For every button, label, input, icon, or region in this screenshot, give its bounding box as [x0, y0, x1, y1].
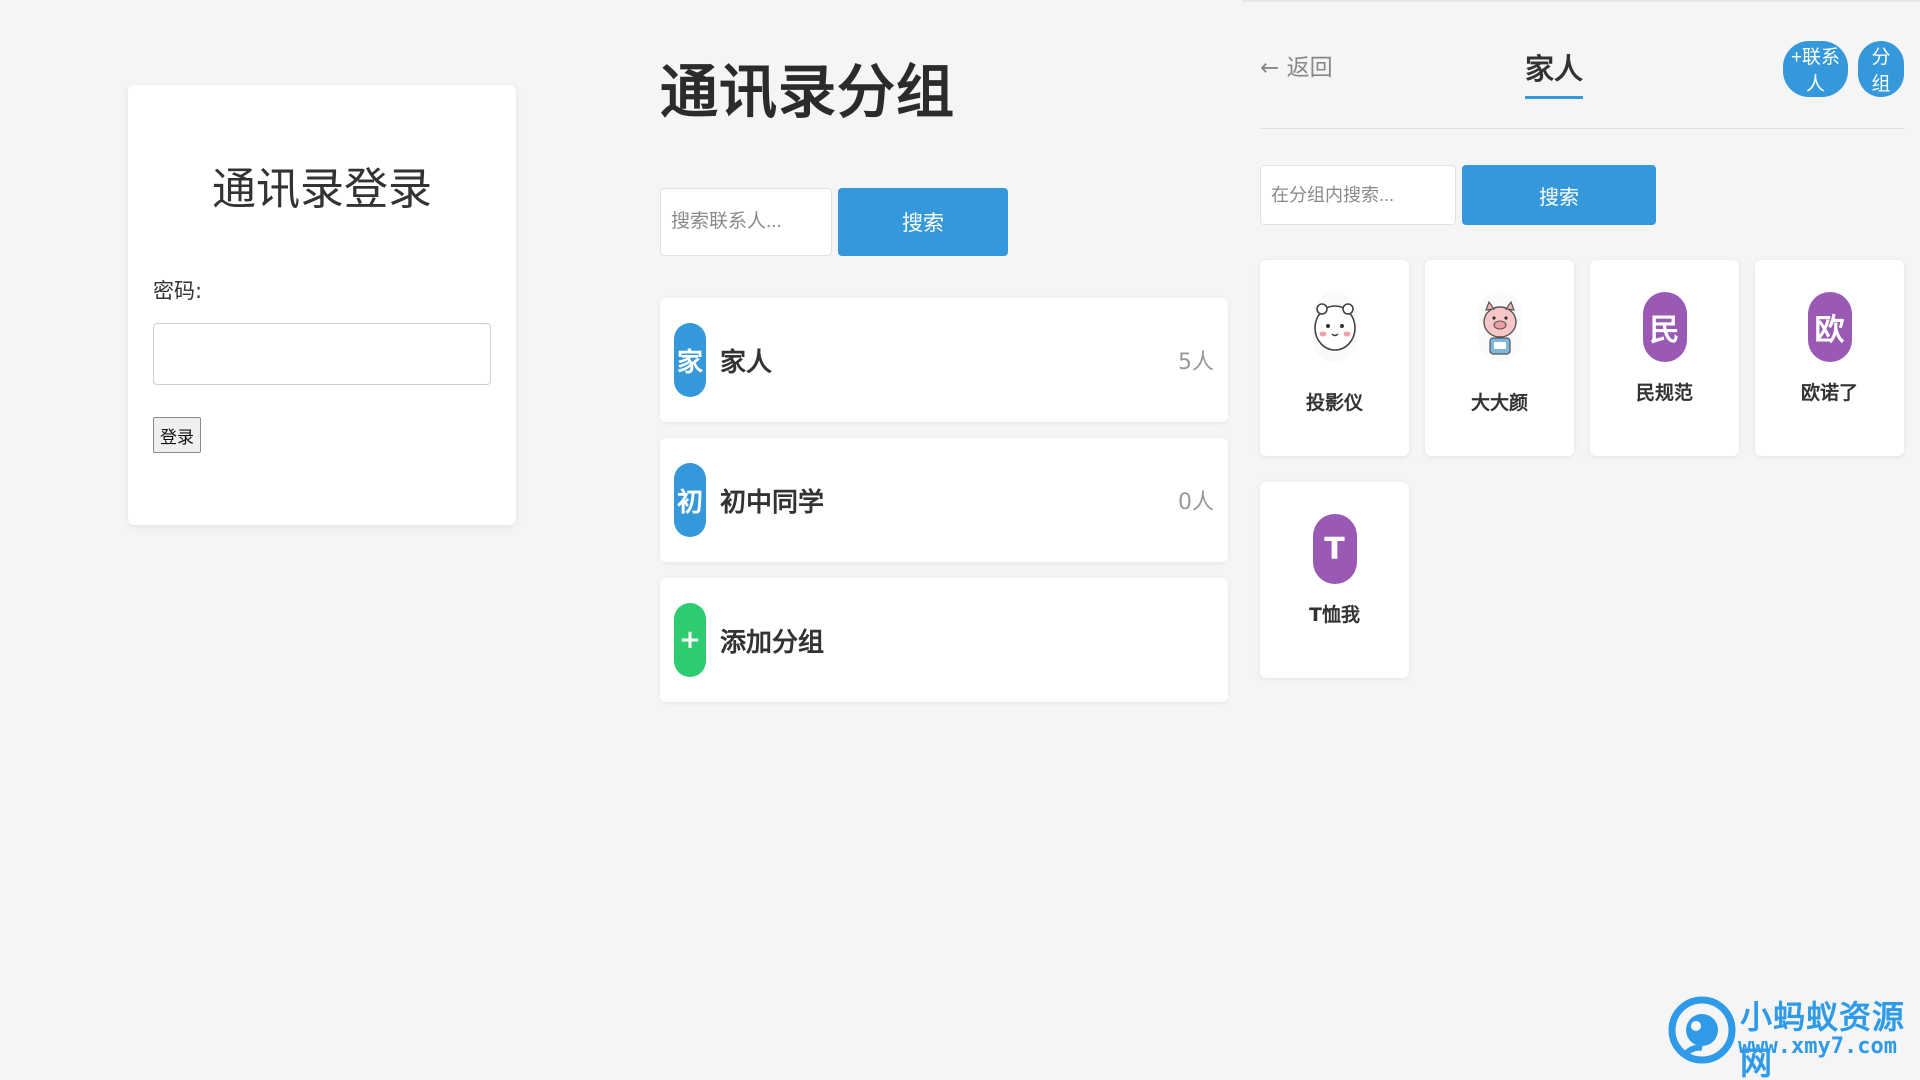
contact-card[interactable]: 欧 欧诺了 — [1755, 260, 1904, 456]
bear-face-icon — [1312, 292, 1357, 362]
detail-header: ← 返回 家人 +联系人 分组 — [1260, 38, 1905, 129]
contact-name: 欧诺了 — [1800, 382, 1858, 404]
group-search-button[interactable]: 搜索 — [1462, 165, 1656, 225]
search-contacts-button[interactable]: 搜索 — [838, 188, 1008, 256]
group-avatar: 初 — [674, 463, 706, 537]
groups-search-bar: 搜索 — [660, 188, 1228, 256]
login-button[interactable]: 登录 — [153, 417, 201, 453]
contact-card[interactable]: T T恤我 — [1260, 482, 1409, 678]
password-input[interactable] — [153, 323, 491, 385]
group-name: 添加分组 — [720, 627, 825, 658]
contact-name: T恤我 — [1309, 604, 1360, 626]
groups-panel: 通讯录分组 搜索 家 家人 5人 初 初中同学 0人 + 添加分组 — [660, 52, 1228, 718]
divider — [1242, 0, 1920, 2]
contact-avatar: 欧 — [1807, 292, 1852, 362]
add-group-button[interactable]: + 添加分组 — [660, 578, 1228, 702]
login-title: 通讯录登录 — [212, 164, 432, 215]
contact-name: 民规范 — [1635, 382, 1693, 404]
pig-face-icon — [1477, 292, 1522, 362]
group-avatar: 家 — [674, 323, 706, 397]
group-count: 5人 — [1178, 350, 1214, 375]
group-search-input[interactable] — [1260, 165, 1456, 225]
contact-card[interactable]: 大大颜 — [1425, 260, 1574, 456]
back-link[interactable]: ← 返回 — [1260, 48, 1333, 82]
group-button[interactable]: 分组 — [1858, 41, 1904, 97]
detail-title: 家人 — [1525, 46, 1584, 99]
contact-name: 大大颜 — [1470, 392, 1528, 414]
password-label: 密码: — [153, 279, 203, 303]
group-name: 家人 — [720, 347, 773, 378]
detail-search-bar: 搜索 — [1260, 165, 1656, 225]
watermark-logo: 小蚂蚁资源网 www.xmy7.com — [1662, 990, 1912, 1080]
login-card: 通讯录登录 密码: 登录 — [128, 85, 516, 525]
contact-avatar: T — [1312, 514, 1357, 584]
group-count: 0人 — [1178, 490, 1214, 515]
group-item-classmates[interactable]: 初 初中同学 0人 — [660, 438, 1228, 562]
contact-avatar: 民 — [1642, 292, 1687, 362]
group-detail-panel: ← 返回 家人 +联系人 分组 搜索 — [1242, 0, 1920, 1080]
group-list: 家 家人 5人 初 初中同学 0人 + 添加分组 — [660, 298, 1228, 702]
contact-name: 投影仪 — [1305, 392, 1363, 414]
page: 通讯录登录 密码: 登录 通讯录分组 搜索 家 家人 5人 初 初中同学 0人 … — [0, 0, 1920, 1080]
contact-card[interactable]: 民 民规范 — [1590, 260, 1739, 456]
contact-card[interactable]: 投影仪 — [1260, 260, 1409, 456]
add-contact-button[interactable]: +联系人 — [1783, 41, 1848, 97]
group-item-family[interactable]: 家 家人 5人 — [660, 298, 1228, 422]
ant-logo-icon — [1668, 996, 1736, 1064]
contact-grid: 投影仪 大大颜 民 民规范 欧 欧诺了 T T恤我 — [1260, 260, 1906, 678]
search-contacts-input[interactable] — [660, 188, 832, 256]
watermark-url: www.xmy7.com — [1738, 1034, 1897, 1059]
groups-title: 通讯录分组 — [660, 58, 956, 126]
group-name: 初中同学 — [720, 487, 825, 518]
plus-icon: + — [674, 603, 706, 677]
